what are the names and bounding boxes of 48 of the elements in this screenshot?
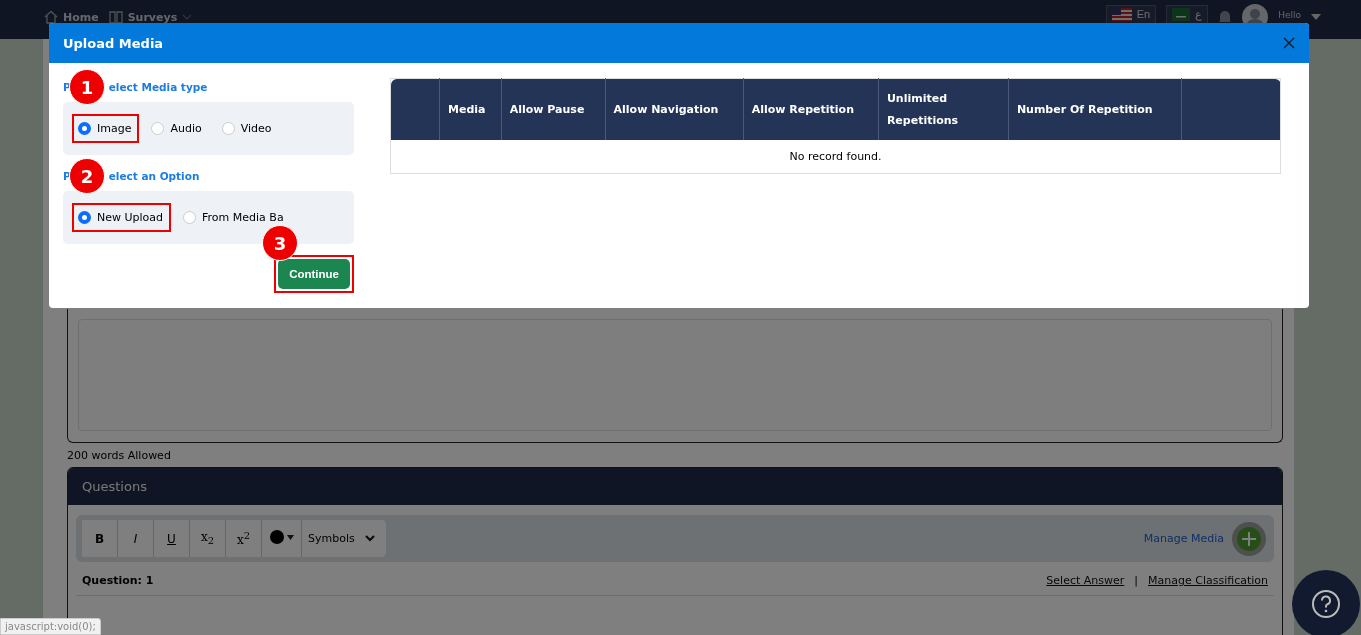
nav-link[interactable]: Surveys	[108, 10, 193, 24]
book-icon	[108, 10, 123, 24]
continue-button[interactable]: Continue	[278, 259, 350, 289]
modal-title: Upload Media	[63, 35, 164, 51]
section-title: Questions	[68, 468, 1282, 505]
help-button[interactable]	[1292, 570, 1360, 635]
question-label: Question: 1	[82, 574, 154, 587]
step-badge: 1	[69, 69, 105, 105]
manage-classification-link[interactable]: Manage Classification	[1148, 574, 1268, 587]
add-icon[interactable]	[1232, 521, 1266, 556]
close-icon[interactable]	[1283, 37, 1295, 49]
separator-text: |	[1134, 574, 1138, 587]
nav-link[interactable]: Home	[44, 10, 99, 24]
chevron-icon	[364, 535, 375, 542]
bell-icon[interactable]	[1218, 9, 1233, 25]
greeting-text: Hello	[1278, 10, 1301, 20]
column-header: Allow Navigation	[605, 78, 744, 140]
select-answer-link[interactable]: Select Answer	[1046, 574, 1125, 587]
column-header: Unlimited Repetitions	[878, 78, 1009, 140]
status-url: javascript:void(0);	[0, 618, 101, 635]
column-header: Media	[439, 78, 502, 140]
column-header: Allow Repetition	[743, 78, 879, 140]
field-label: elect an Option	[108, 170, 200, 182]
flag-icon	[1172, 7, 1191, 21]
question-icon	[1310, 588, 1342, 620]
field-label: P	[63, 170, 71, 182]
radio-option[interactable]: Image	[72, 114, 140, 143]
caret-icon[interactable]	[1311, 14, 1321, 20]
radio-option[interactable]: Audio	[145, 114, 210, 143]
radio-option[interactable]: Video	[215, 114, 280, 143]
column-header: Allow Pause	[501, 78, 606, 140]
step-badge: 2	[69, 158, 105, 194]
color-swatch-icon	[268, 529, 295, 545]
format-button[interactable]: B	[82, 520, 118, 557]
home-icon	[44, 10, 58, 24]
empty-message: No record found.	[390, 140, 1281, 174]
radio-button[interactable]	[78, 211, 91, 224]
word-limit-text: 200 words Allowed	[67, 449, 172, 462]
manage-media-link[interactable]: Manage Media	[1143, 532, 1224, 545]
radio-button[interactable]	[78, 122, 91, 135]
field-label: elect Media type	[108, 81, 208, 93]
radio-option[interactable]: New Upload	[72, 203, 172, 232]
radio-button[interactable]	[183, 211, 197, 224]
column-header: Number Of Repetition	[1008, 78, 1182, 140]
radio-button[interactable]	[221, 122, 235, 135]
field-label: P	[63, 81, 71, 93]
radio-button[interactable]	[151, 122, 165, 135]
flag-icon	[1111, 7, 1132, 21]
